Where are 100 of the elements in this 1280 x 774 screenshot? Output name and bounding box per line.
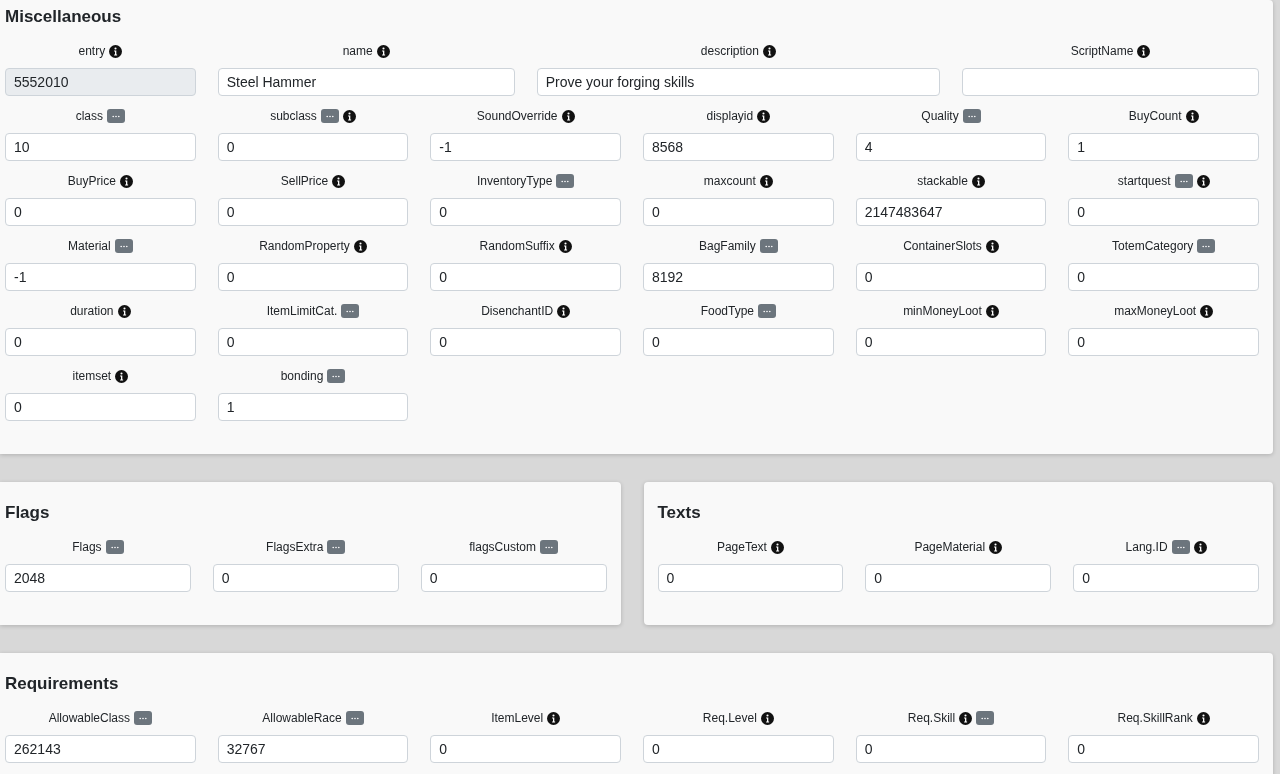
info-icon[interactable] xyxy=(759,174,773,188)
input-field[interactable]: 0 xyxy=(420,564,607,592)
picker-button[interactable] xyxy=(327,540,346,554)
input-field[interactable]: -1 xyxy=(430,133,621,161)
input-field[interactable]: 8192 xyxy=(643,263,834,291)
picker-button[interactable] xyxy=(345,711,364,725)
input-field[interactable]: 0 xyxy=(1073,564,1259,592)
info-icon[interactable] xyxy=(1185,109,1199,123)
input-field[interactable]: 0 xyxy=(5,393,196,421)
field-label: Material xyxy=(68,239,111,253)
field-label: maxcount xyxy=(703,174,756,188)
info-icon[interactable] xyxy=(762,44,776,58)
input-field[interactable]: 0 xyxy=(657,564,844,592)
info-icon[interactable] xyxy=(1196,174,1210,188)
info-icon[interactable] xyxy=(353,239,367,253)
input-field[interactable]: 0 xyxy=(5,198,196,226)
ellipsis-icon xyxy=(332,374,341,378)
input-field[interactable]: 0 xyxy=(217,133,409,161)
input-field[interactable]: 0 xyxy=(5,328,196,356)
input-field[interactable]: -1 xyxy=(5,263,196,291)
picker-button[interactable] xyxy=(107,109,125,123)
input-field[interactable]: 0 xyxy=(855,735,1047,763)
input-field[interactable]: Prove your forging skills xyxy=(536,68,940,96)
info-icon[interactable] xyxy=(985,304,999,318)
info-icon[interactable] xyxy=(770,540,784,554)
info-icon[interactable] xyxy=(989,540,1003,554)
input-field[interactable]: 1 xyxy=(217,393,409,421)
info-icon[interactable] xyxy=(117,304,131,318)
picker-button[interactable] xyxy=(105,540,124,554)
info-icon[interactable] xyxy=(119,174,133,188)
info-icon[interactable] xyxy=(959,711,973,725)
field-label: AllowableRace xyxy=(262,711,342,725)
picker-button[interactable] xyxy=(962,109,981,123)
input-field[interactable]: 0 xyxy=(1068,735,1259,763)
ellipsis-icon xyxy=(139,716,147,720)
info-icon[interactable] xyxy=(109,44,123,58)
picker-button[interactable] xyxy=(1171,540,1190,554)
input-field[interactable]: 0 xyxy=(855,263,1047,291)
input-field[interactable]: 0 xyxy=(430,263,621,291)
field-label: Flags xyxy=(72,540,102,554)
field-label: BuyPrice xyxy=(67,174,116,188)
input-field[interactable]: 0 xyxy=(430,328,621,356)
info-icon[interactable] xyxy=(332,174,346,188)
field-label: Quality xyxy=(921,109,959,123)
input-field[interactable]: 32767 xyxy=(217,735,409,763)
info-icon[interactable] xyxy=(558,239,572,253)
picker-button[interactable] xyxy=(976,711,995,725)
ellipsis-icon xyxy=(332,545,341,549)
input-field[interactable]: 0 xyxy=(430,735,621,763)
picker-button[interactable] xyxy=(759,239,778,253)
info-icon[interactable] xyxy=(547,711,561,725)
picker-button[interactable] xyxy=(114,239,133,253)
info-icon[interactable] xyxy=(1200,304,1214,318)
picker-button[interactable] xyxy=(556,174,575,188)
info-icon[interactable] xyxy=(1193,540,1207,554)
picker-button[interactable] xyxy=(1197,239,1216,253)
info-icon[interactable] xyxy=(1196,711,1210,725)
picker-button[interactable] xyxy=(327,369,346,383)
field-label: class xyxy=(75,109,103,123)
input-field[interactable]: 10 xyxy=(5,133,196,161)
input-field[interactable]: 2048 xyxy=(5,564,191,592)
input-field[interactable] xyxy=(962,68,1259,96)
picker-button[interactable] xyxy=(320,109,339,123)
ellipsis-icon xyxy=(350,716,359,720)
field-label: AllowableClass xyxy=(48,711,130,725)
input-field[interactable]: 0 xyxy=(855,328,1047,356)
input-field[interactable]: 0 xyxy=(865,564,1052,592)
picker-button[interactable] xyxy=(1174,174,1193,188)
ellipsis-icon xyxy=(1176,545,1185,549)
input-field[interactable]: 0 xyxy=(643,735,834,763)
info-icon[interactable] xyxy=(757,109,771,123)
info-icon[interactable] xyxy=(985,239,999,253)
input-field[interactable]: 0 xyxy=(217,198,409,226)
info-icon[interactable] xyxy=(760,711,774,725)
input-field[interactable]: 0 xyxy=(643,198,834,226)
input-field[interactable]: 0 xyxy=(1068,328,1259,356)
input-field[interactable]: 0 xyxy=(217,328,409,356)
input-field[interactable]: 0 xyxy=(643,328,834,356)
input-field[interactable]: 0 xyxy=(1068,263,1259,291)
info-icon[interactable] xyxy=(561,109,575,123)
info-icon[interactable] xyxy=(557,304,571,318)
info-icon[interactable] xyxy=(971,174,985,188)
picker-button[interactable] xyxy=(539,540,558,554)
picker-button[interactable] xyxy=(134,711,152,725)
input-field[interactable]: 262143 xyxy=(5,735,196,763)
picker-button[interactable] xyxy=(341,304,360,318)
input-field[interactable]: 4 xyxy=(855,133,1047,161)
input-field[interactable]: 0 xyxy=(1068,198,1259,226)
input-field[interactable]: 8568 xyxy=(643,133,834,161)
input-field[interactable]: 1 xyxy=(1068,133,1259,161)
input-field[interactable]: 2147483647 xyxy=(855,198,1047,226)
input-field[interactable]: 0 xyxy=(217,263,409,291)
input-field[interactable]: 0 xyxy=(430,198,621,226)
info-icon[interactable] xyxy=(376,44,390,58)
info-icon[interactable] xyxy=(342,109,356,123)
input-field[interactable]: Steel Hammer xyxy=(217,68,515,96)
picker-button[interactable] xyxy=(758,304,776,318)
info-icon[interactable] xyxy=(1137,44,1151,58)
info-icon[interactable] xyxy=(115,369,129,383)
input-field[interactable]: 0 xyxy=(212,564,399,592)
